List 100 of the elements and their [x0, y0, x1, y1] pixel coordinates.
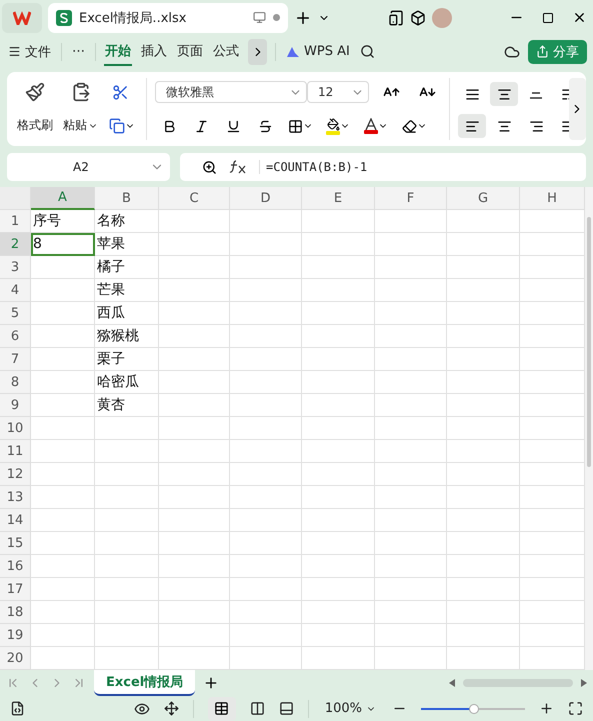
table-cell[interactable]: [302, 532, 375, 555]
table-cell[interactable]: [159, 394, 230, 417]
table-cell[interactable]: [302, 486, 375, 509]
cloud-icon[interactable]: [504, 44, 520, 60]
row-header[interactable]: 16: [0, 555, 31, 578]
fullscreen-icon[interactable]: [568, 701, 583, 716]
table-cell[interactable]: [520, 578, 585, 601]
table-cell[interactable]: 猕猴桃: [95, 325, 159, 348]
table-cell[interactable]: [520, 325, 585, 348]
row-header[interactable]: 8: [0, 371, 31, 394]
table-cell[interactable]: [31, 601, 95, 624]
table-cell[interactable]: 8: [31, 233, 95, 256]
align-button[interactable]: [490, 82, 518, 106]
table-cell[interactable]: [31, 532, 95, 555]
ribbon-tab[interactable]: 插入: [140, 38, 168, 66]
macro-icon[interactable]: [10, 701, 25, 716]
table-cell[interactable]: [302, 256, 375, 279]
table-cell[interactable]: [31, 624, 95, 647]
table-cell[interactable]: [159, 440, 230, 463]
table-cell[interactable]: [31, 555, 95, 578]
row-header[interactable]: 4: [0, 279, 31, 302]
table-cell[interactable]: [447, 302, 520, 325]
table-cell[interactable]: [520, 532, 585, 555]
table-cell[interactable]: [230, 302, 302, 325]
table-cell[interactable]: [31, 348, 95, 371]
table-cell[interactable]: [375, 394, 447, 417]
vertical-scrollbar[interactable]: [585, 187, 593, 670]
zoom-select[interactable]: 100%: [322, 697, 378, 720]
wps-ai-button[interactable]: WPS AI: [284, 40, 352, 63]
table-cell[interactable]: [302, 440, 375, 463]
table-cell[interactable]: [31, 302, 95, 325]
page-layout-icon[interactable]: [250, 701, 265, 716]
table-cell[interactable]: [520, 348, 585, 371]
table-cell[interactable]: [447, 279, 520, 302]
app-logo[interactable]: [2, 2, 42, 32]
table-cell[interactable]: [375, 532, 447, 555]
table-cell[interactable]: [447, 325, 520, 348]
table-cell[interactable]: [159, 532, 230, 555]
table-cell[interactable]: [159, 601, 230, 624]
table-cell[interactable]: 黄杏: [95, 394, 159, 417]
table-cell[interactable]: [159, 256, 230, 279]
table-cell[interactable]: [31, 486, 95, 509]
column-header[interactable]: C: [159, 187, 230, 210]
search-icon[interactable]: [360, 44, 375, 59]
row-header[interactable]: 11: [0, 440, 31, 463]
table-cell[interactable]: 名称: [95, 210, 159, 233]
table-cell[interactable]: [159, 463, 230, 486]
table-cell[interactable]: [302, 210, 375, 233]
table-cell[interactable]: [375, 624, 447, 647]
row-header[interactable]: 6: [0, 325, 31, 348]
table-cell[interactable]: [302, 463, 375, 486]
table-cell[interactable]: [520, 624, 585, 647]
table-cell[interactable]: [230, 348, 302, 371]
table-cell[interactable]: [447, 233, 520, 256]
table-cell[interactable]: [302, 279, 375, 302]
table-cell[interactable]: 哈密瓜: [95, 371, 159, 394]
table-cell[interactable]: [520, 601, 585, 624]
paste-button[interactable]: 粘贴: [61, 78, 100, 138]
table-cell[interactable]: [447, 509, 520, 532]
table-cell[interactable]: [520, 417, 585, 440]
table-cell[interactable]: [302, 555, 375, 578]
row-header[interactable]: 7: [0, 348, 31, 371]
row-header[interactable]: 12: [0, 463, 31, 486]
table-cell[interactable]: [31, 578, 95, 601]
row-header[interactable]: 10: [0, 417, 31, 440]
font-size-select[interactable]: 12: [307, 81, 369, 103]
table-cell[interactable]: [230, 440, 302, 463]
table-cell[interactable]: [230, 325, 302, 348]
table-cell[interactable]: [230, 371, 302, 394]
table-cell[interactable]: [447, 394, 520, 417]
column-header[interactable]: A: [31, 187, 95, 210]
table-cell[interactable]: [302, 578, 375, 601]
row-header[interactable]: 15: [0, 532, 31, 555]
table-cell[interactable]: [302, 601, 375, 624]
move-icon[interactable]: [164, 701, 179, 716]
table-cell[interactable]: [230, 532, 302, 555]
table-cell[interactable]: [375, 509, 447, 532]
table-cell[interactable]: 芒果: [95, 279, 159, 302]
normal-view-button[interactable]: [208, 696, 236, 720]
zoom-in-icon[interactable]: [539, 701, 554, 716]
horizontal-scrollbar[interactable]: [463, 679, 573, 687]
row-header[interactable]: 2: [0, 233, 31, 256]
share-button[interactable]: 分享: [528, 40, 587, 64]
table-cell[interactable]: [230, 233, 302, 256]
table-cell[interactable]: [159, 279, 230, 302]
table-cell[interactable]: [302, 394, 375, 417]
table-cell[interactable]: [230, 555, 302, 578]
table-cell[interactable]: [447, 256, 520, 279]
align-button[interactable]: [458, 114, 486, 138]
table-cell[interactable]: [520, 486, 585, 509]
table-cell[interactable]: [95, 509, 159, 532]
scroll-left-icon[interactable]: [449, 679, 455, 687]
table-cell[interactable]: [230, 486, 302, 509]
table-cell[interactable]: [302, 647, 375, 670]
zoom-icon[interactable]: [202, 160, 217, 174]
table-cell[interactable]: [447, 555, 520, 578]
table-cell[interactable]: [375, 578, 447, 601]
table-cell[interactable]: [159, 509, 230, 532]
column-header[interactable]: D: [230, 187, 302, 210]
table-cell[interactable]: [159, 325, 230, 348]
